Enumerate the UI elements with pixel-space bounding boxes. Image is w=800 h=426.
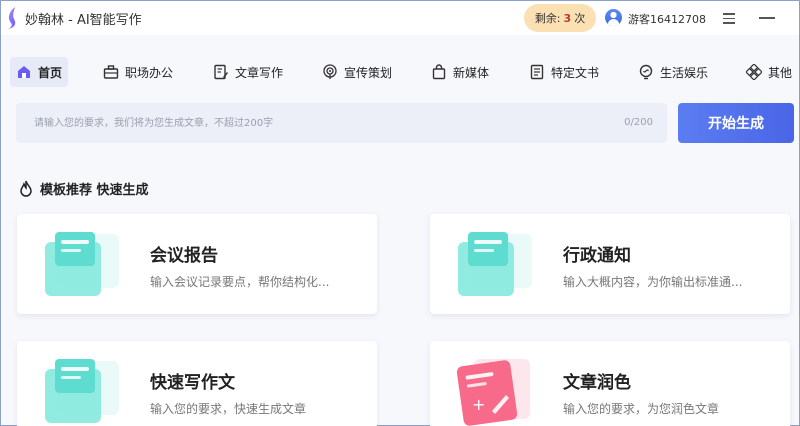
document-icon: [530, 64, 544, 80]
quota-suffix: 次: [574, 12, 586, 25]
nav-label: 其他: [768, 65, 793, 80]
nav-item-article[interactable]: 文章写作: [213, 57, 283, 87]
template-card-quick-essay[interactable]: 快速写作文 输入您的要求，快速生成文章: [17, 341, 377, 426]
char-counter: 0/200: [624, 117, 653, 128]
card-title: 文章润色: [563, 373, 631, 393]
app-title: 妙翰林 - AI智能写作: [25, 13, 142, 28]
template-card-polish-article[interactable]: + 文章润色 输入您的要求，为您润色文章: [430, 341, 790, 426]
template-card-admin-notice[interactable]: 行政通知 输入大概内容，为你输出标准通...: [430, 214, 790, 314]
bulb-icon: [639, 64, 653, 80]
app-logo: [8, 7, 16, 29]
nav-label: 职场办公: [125, 65, 174, 80]
nav-label: 宣传策划: [344, 65, 393, 80]
home-icon: [18, 66, 30, 78]
edit-doc-icon: [214, 64, 228, 80]
template-card-meeting-report[interactable]: 会议报告 输入会议记录要点，帮你结构化...: [17, 214, 377, 314]
quota-badge[interactable]: 剩余: 3 次: [524, 4, 596, 32]
nav-label: 首页: [38, 65, 63, 80]
card-title: 会议报告: [150, 246, 218, 266]
bag-icon: [432, 64, 446, 80]
section-title: 模板推荐 快速生成: [18, 179, 149, 198]
nav-item-documents[interactable]: 特定文书: [529, 57, 599, 87]
nav-label: 生活娱乐: [660, 65, 709, 80]
nav-item-other[interactable]: 其他: [746, 57, 792, 87]
nav-item-home[interactable]: 首页: [10, 57, 69, 87]
user-avatar[interactable]: [605, 9, 622, 26]
flame-icon: [20, 180, 32, 197]
card-title: 快速写作文: [150, 373, 235, 393]
briefcase-icon: [103, 65, 119, 79]
quota-prefix: 剩余:: [534, 12, 561, 25]
quick-essay-icon: [45, 359, 119, 423]
nav-item-office[interactable]: 职场办公: [103, 57, 173, 87]
nav-label: 特定文书: [551, 65, 600, 80]
quota-count: 3: [563, 11, 572, 25]
nav-item-lifestyle[interactable]: 生活娱乐: [638, 57, 708, 87]
prompt-input[interactable]: [16, 103, 667, 143]
generate-button[interactable]: 开始生成: [678, 103, 794, 143]
minimize-icon[interactable]: [759, 11, 775, 25]
card-description: 输入会议记录要点，帮你结构化...: [150, 275, 330, 289]
admin-notice-icon: [458, 232, 532, 296]
meeting-report-icon: [45, 232, 119, 296]
card-title: 行政通知: [563, 246, 631, 266]
category-nav: 首页 职场办公 文章写作 宣传策划 新媒体 特定文书 生活娱乐 其他: [1, 57, 799, 87]
section-title-text: 模板推荐 快速生成: [40, 183, 149, 198]
nav-label: 新媒体: [453, 65, 490, 80]
prompt-input-box: 0/200: [16, 103, 667, 143]
polish-article-icon: +: [456, 359, 530, 426]
card-description: 输入您的要求，快速生成文章: [150, 402, 307, 416]
title-bar: 妙翰林 - AI智能写作 剩余: 3 次 游客16412708: [1, 1, 799, 35]
svg-text:+: +: [472, 395, 485, 414]
card-description: 输入您的要求，为您润色文章: [563, 402, 720, 416]
menu-icon[interactable]: [721, 11, 737, 25]
user-name[interactable]: 游客16412708: [628, 11, 706, 27]
grid-icon: [746, 64, 762, 80]
nav-item-promotion[interactable]: 宣传策划: [322, 57, 392, 87]
card-description: 输入大概内容，为你输出标准通...: [563, 275, 743, 289]
broadcast-icon: [323, 64, 337, 79]
nav-label: 文章写作: [235, 65, 284, 80]
nav-item-new-media[interactable]: 新媒体: [431, 57, 489, 87]
